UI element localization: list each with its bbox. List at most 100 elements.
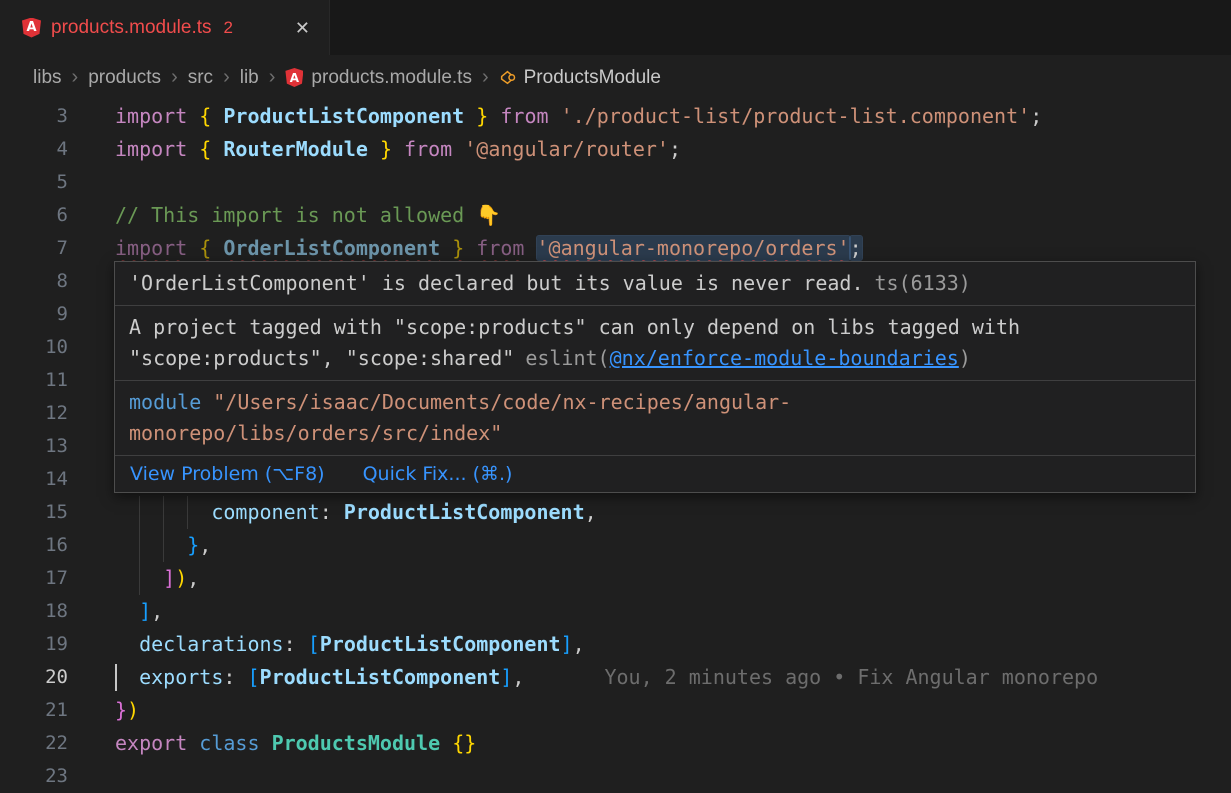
code-token: { — [199, 104, 211, 128]
breadcrumb-item-src[interactable]: src — [188, 67, 213, 89]
view-problem-action[interactable]: View Problem (⌥F8) — [130, 463, 325, 485]
ts-diagnostic-source: ts(6133) — [875, 271, 971, 295]
line-number-6[interactable]: 6 — [0, 199, 90, 232]
line-number-17[interactable]: 17 — [0, 562, 90, 595]
eslint-source-suffix: ) — [959, 346, 971, 370]
code-token: { — [199, 236, 211, 260]
line-number-20[interactable]: 20 — [0, 661, 90, 694]
code-token: } — [115, 698, 127, 722]
code-token: ProductListComponent — [320, 632, 561, 656]
code-line-6[interactable]: // This import is not allowed 👇 — [115, 199, 1231, 232]
line-number-21[interactable]: 21 — [0, 694, 90, 727]
tab-title: products.module.ts — [51, 17, 212, 39]
inline-blame-annotation: You, 2 minutes ago • Fix Angular monorep… — [604, 665, 1098, 689]
code-line-21[interactable]: }) — [115, 694, 1231, 727]
code-token: RouterModule — [223, 137, 368, 161]
breadcrumb-item-symbol[interactable]: ProductsModule — [499, 67, 661, 89]
code-line-20[interactable]: exports: [ProductListComponent],You, 2 m… — [115, 661, 1231, 694]
code-line-3[interactable]: import { ProductListComponent } from './… — [115, 100, 1231, 133]
hover-widget: 'OrderListComponent' is declared but its… — [114, 261, 1196, 493]
code-token: exports — [139, 665, 223, 689]
code-token: } — [476, 104, 488, 128]
code-line-18[interactable]: ], — [115, 595, 1231, 628]
code-token: : — [223, 665, 235, 689]
code-token: './product-list/product-list.component' — [561, 104, 1031, 128]
code-token: ) — [127, 698, 139, 722]
line-number-10[interactable]: 10 — [0, 331, 90, 364]
breadcrumb-item-products[interactable]: products — [88, 67, 161, 89]
chevron-right-icon: › — [223, 66, 230, 89]
code-token: ProductsModule — [272, 731, 441, 755]
vscode-window: { "theme": { "error_red": "#f14c4c", "li… — [0, 0, 1231, 780]
code-token: '@angular/router' — [464, 137, 669, 161]
indent-guide — [139, 562, 140, 595]
tab-products-module[interactable]: A products.module.ts 2 ✕ — [0, 0, 330, 55]
line-number-16[interactable]: 16 — [0, 529, 90, 562]
code-line-22[interactable]: export class ProductsModule {} — [115, 727, 1231, 760]
code-token — [332, 500, 344, 524]
code-token — [464, 104, 476, 128]
line-number-8[interactable]: 8 — [0, 265, 90, 298]
code-token — [187, 731, 199, 755]
code-token: ] — [163, 566, 175, 590]
module-keyword: module — [129, 390, 201, 414]
line-number-13[interactable]: 13 — [0, 430, 90, 463]
line-number-5[interactable]: 5 — [0, 166, 90, 199]
close-icon[interactable]: ✕ — [290, 16, 315, 40]
code-token: '@angular-monorepo/orders' — [537, 236, 850, 260]
code-line-15[interactable]: component: ProductListComponent, — [115, 496, 1231, 529]
breadcrumb-item-file[interactable]: A products.module.ts — [285, 67, 472, 89]
tab-error-count-badge: 2 — [224, 18, 233, 38]
code-line-19[interactable]: declarations: [ProductListComponent], — [115, 628, 1231, 661]
code-token — [524, 236, 536, 260]
code-token — [115, 665, 139, 689]
code-line-16[interactable]: }, — [115, 529, 1231, 562]
code-token: : — [320, 500, 332, 524]
line-number-4[interactable]: 4 — [0, 133, 90, 166]
code-token: import — [115, 236, 187, 260]
code-line-17[interactable]: ]), — [115, 562, 1231, 595]
module-info-row: module"/Users/isaac/Documents/code/nx-re… — [115, 381, 1195, 456]
eslint-rule-link[interactable]: @nx/enforce-module-boundaries — [610, 346, 959, 370]
code-line-4[interactable]: import { RouterModule } from '@angular/r… — [115, 133, 1231, 166]
code-token: component — [211, 500, 319, 524]
code-token — [464, 236, 476, 260]
code-token: , — [512, 665, 524, 689]
ts-diagnostic-message: 'OrderListComponent' is declared but its… — [129, 271, 864, 295]
eslint-diagnostic-row: A project tagged with "scope:products" c… — [115, 306, 1195, 381]
code-token: ) — [175, 566, 187, 590]
code-line-5[interactable] — [115, 166, 1231, 199]
code-token — [211, 104, 223, 128]
line-number-19[interactable]: 19 — [0, 628, 90, 661]
code-line-23[interactable] — [115, 760, 1231, 780]
quick-fix-action[interactable]: Quick Fix... (⌘.) — [363, 463, 513, 485]
code-token: // This import is not allowed 👇 — [115, 203, 501, 227]
code-token: , — [187, 566, 199, 590]
line-number-23[interactable]: 23 — [0, 760, 90, 793]
code-token: ] — [139, 599, 151, 623]
breadcrumb-item-lib[interactable]: lib — [240, 67, 259, 89]
hover-actions-bar: View Problem (⌥F8) Quick Fix... (⌘.) — [115, 456, 1195, 492]
line-number-15[interactable]: 15 — [0, 496, 90, 529]
line-number-14[interactable]: 14 — [0, 463, 90, 496]
line-number-22[interactable]: 22 — [0, 727, 90, 760]
line-number-9[interactable]: 9 — [0, 298, 90, 331]
code-token — [392, 137, 404, 161]
code-token: ] — [500, 665, 512, 689]
line-number-18[interactable]: 18 — [0, 595, 90, 628]
code-token — [187, 104, 199, 128]
code-token — [440, 236, 452, 260]
line-number-12[interactable]: 12 — [0, 397, 90, 430]
code-token: } — [464, 731, 476, 755]
code-token: export — [115, 731, 187, 755]
indent-guide — [139, 496, 140, 529]
breadcrumb-item-libs[interactable]: libs — [33, 67, 62, 89]
line-number-7[interactable]: 7 — [0, 232, 90, 265]
angular-icon: A — [22, 18, 41, 38]
code-token — [488, 104, 500, 128]
code-token: , — [199, 533, 211, 557]
code-token — [115, 599, 139, 623]
line-number-11[interactable]: 11 — [0, 364, 90, 397]
code-token: , — [585, 500, 597, 524]
line-number-3[interactable]: 3 — [0, 100, 90, 133]
